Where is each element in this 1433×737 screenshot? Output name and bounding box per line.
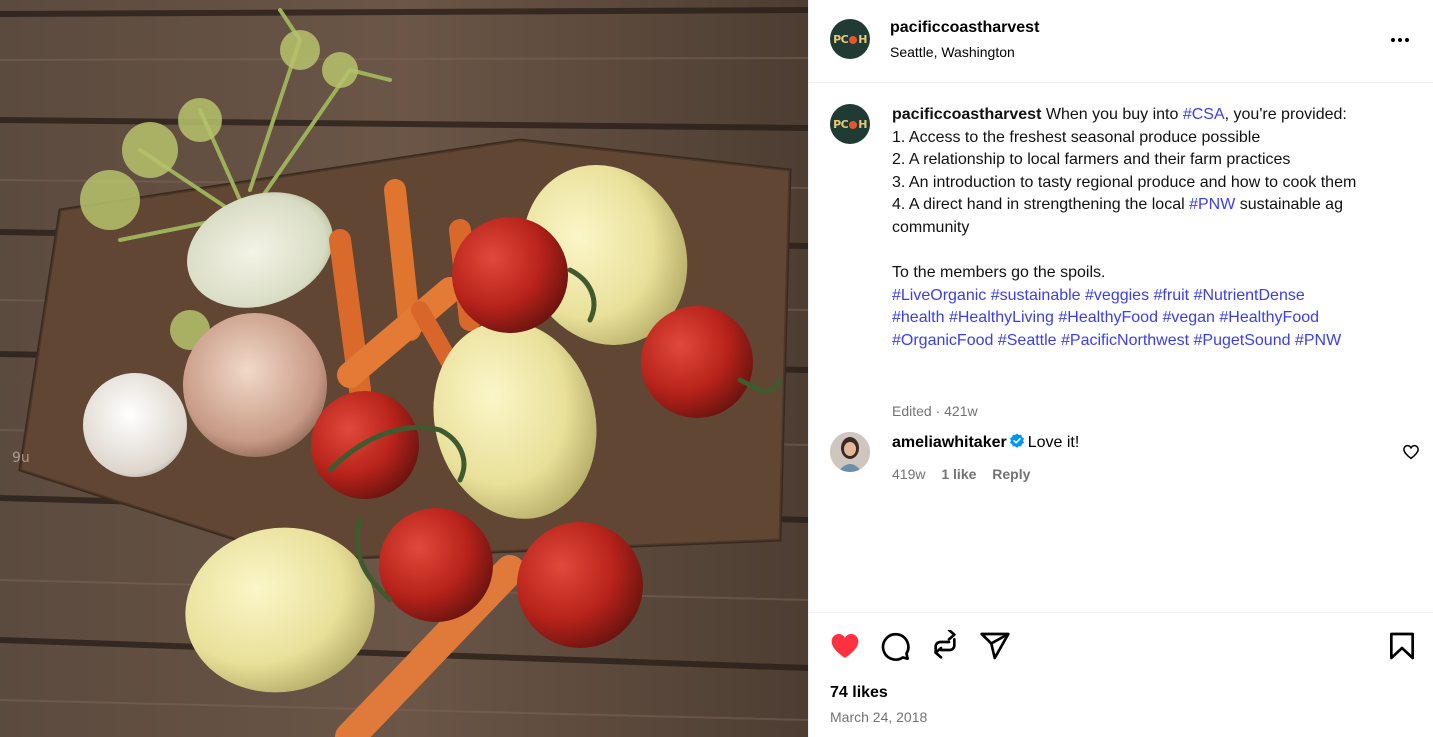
caption-text: pacificcoastharvest When you buy into #C… <box>892 104 1412 353</box>
comment-likes-count[interactable]: 1 like <box>941 466 976 482</box>
hashtag-link[interactable]: #LiveOrganic <box>892 287 986 304</box>
hashtag-link[interactable]: #PacificNorthwest <box>1061 332 1189 349</box>
verified-badge-icon <box>1009 433 1024 448</box>
reply-button[interactable]: Reply <box>992 466 1030 482</box>
brand-logo: PC H <box>833 32 867 46</box>
hashtag-link[interactable]: #PNW <box>1189 196 1235 213</box>
caption-list-item: 3. An introduction to tasty regional pro… <box>892 173 1357 191</box>
vegetables-photo: 9u <box>0 0 808 737</box>
hashtag-link[interactable]: #health <box>892 309 945 326</box>
comment-text: Love it! <box>1027 434 1080 451</box>
repost-icon[interactable] <box>929 630 961 662</box>
post-location[interactable]: Seattle, Washington <box>890 44 1015 60</box>
hashtag-link[interactable]: #OrganicFood <box>892 332 993 349</box>
commenter-avatar[interactable] <box>830 432 870 472</box>
caption-intro: When you buy into <box>1041 106 1183 123</box>
hashtag-link[interactable]: #PugetSound <box>1194 332 1291 349</box>
brand-logo: PC H <box>833 117 867 131</box>
caption-author-avatar[interactable]: PC H <box>830 104 870 144</box>
comment-age: 419w <box>892 466 926 482</box>
post-header: PC H pacificcoastharvest Seattle, Washing… <box>809 0 1433 83</box>
caption-closing: To the members go the spoils. <box>892 264 1106 282</box>
post-actions: 74 likes March 24, 2018 <box>809 612 1433 737</box>
commenter-photo <box>830 432 870 472</box>
hashtag-link[interactable]: #sustainable <box>991 287 1081 304</box>
hashtag-link[interactable]: #vegan <box>1162 309 1215 326</box>
svg-text:9u: 9u <box>12 450 30 466</box>
heart-filled-icon[interactable] <box>829 630 861 662</box>
hashtag-link[interactable]: #CSA <box>1183 106 1225 123</box>
comment-icon[interactable] <box>879 630 911 662</box>
caption-list-item: 2. A relationship to local farmers and t… <box>892 151 1291 169</box>
post-sidebar: PC H pacificcoastharvest Seattle, Washing… <box>808 0 1433 737</box>
save-bookmark-icon[interactable] <box>1386 630 1418 662</box>
caption-meta: Edited · 421w <box>892 403 978 419</box>
comment-meta: 419w 1 like Reply <box>892 466 1042 482</box>
caption-username[interactable]: pacificcoastharvest <box>892 106 1041 123</box>
share-icon[interactable] <box>979 630 1011 662</box>
hashtag-link[interactable]: #NutrientDense <box>1194 287 1305 304</box>
more-options-icon[interactable] <box>1388 28 1412 52</box>
hashtag-link[interactable]: #HealthyFood <box>1219 309 1319 326</box>
likes-count[interactable]: 74 likes <box>830 684 888 702</box>
caption-intro-end: , you're provided: <box>1224 106 1347 123</box>
hashtag-link[interactable]: #fruit <box>1154 287 1190 304</box>
comment-body: ameliawhitaker Love it! <box>892 433 1079 452</box>
post-image[interactable]: 9u <box>0 0 808 737</box>
hashtag-link[interactable]: #Seattle <box>998 332 1057 349</box>
commenter-username[interactable]: ameliawhitaker <box>892 434 1007 451</box>
heart-outline-icon[interactable] <box>1402 443 1420 461</box>
comments-section[interactable]: PC H pacificcoastharvest When you buy int… <box>809 84 1433 612</box>
hashtag-link[interactable]: #HealthyLiving <box>949 309 1054 326</box>
comment-item: ameliawhitaker Love it! 419w 1 like Reply <box>830 432 1420 492</box>
author-username[interactable]: pacificcoastharvest <box>890 19 1039 37</box>
post-date: March 24, 2018 <box>830 709 928 725</box>
caption-list-item: 1. Access to the freshest seasonal produ… <box>892 128 1261 146</box>
hashtag-link[interactable]: #HealthyFood <box>1058 309 1158 326</box>
author-avatar[interactable]: PC H <box>830 19 870 59</box>
hashtag-link[interactable]: #veggies <box>1085 287 1149 304</box>
caption-list-item: 4. A direct hand in strengthening the lo… <box>892 196 1190 214</box>
hashtag-link[interactable]: #PNW <box>1295 332 1341 349</box>
